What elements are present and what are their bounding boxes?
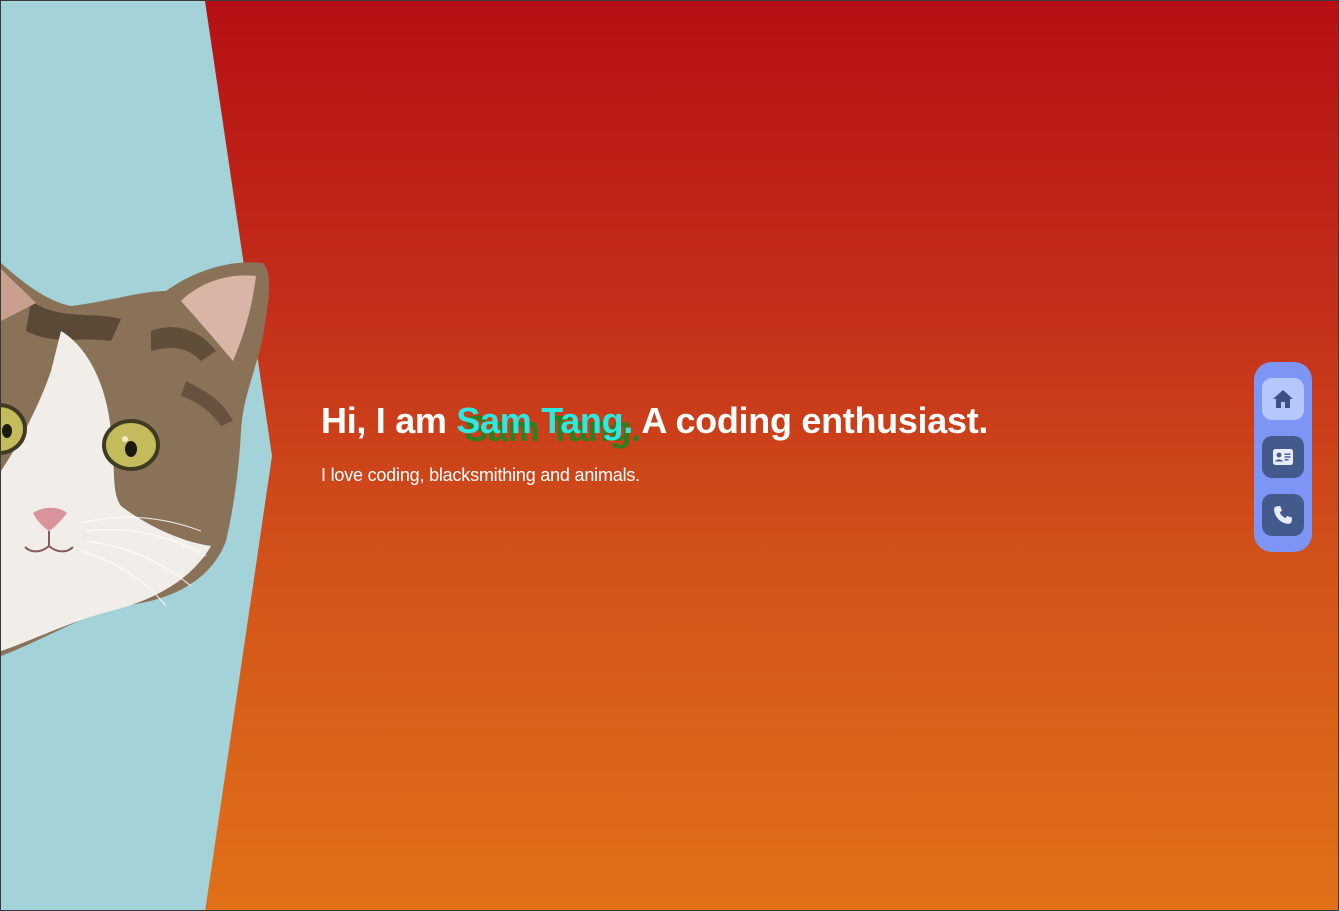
role-text: A coding enthusiast. bbox=[641, 400, 989, 441]
hero-content: Hi, I am Sam Tang. Sam Tang. A coding ent… bbox=[321, 399, 988, 486]
nav-about-button[interactable] bbox=[1262, 436, 1304, 478]
greeting-text: Hi, I am bbox=[321, 400, 447, 441]
nav-home-button[interactable] bbox=[1262, 378, 1304, 420]
name-text: Sam Tang. bbox=[456, 400, 634, 441]
hero-tagline: I love coding, blacksmithing and animals… bbox=[321, 465, 640, 485]
hero-headline: Hi, I am Sam Tang. Sam Tang. A coding ent… bbox=[321, 399, 989, 449]
contact-card-icon bbox=[1273, 449, 1293, 465]
cat-image bbox=[1, 262, 270, 656]
phone-icon bbox=[1274, 506, 1292, 524]
side-nav bbox=[1254, 362, 1312, 552]
page: Hi, I am Sam Tang. Sam Tang. A coding ent… bbox=[0, 0, 1339, 911]
nav-contact-button[interactable] bbox=[1262, 494, 1304, 536]
name-highlight: Sam Tang. Sam Tang. bbox=[456, 399, 641, 449]
home-icon bbox=[1273, 390, 1293, 408]
